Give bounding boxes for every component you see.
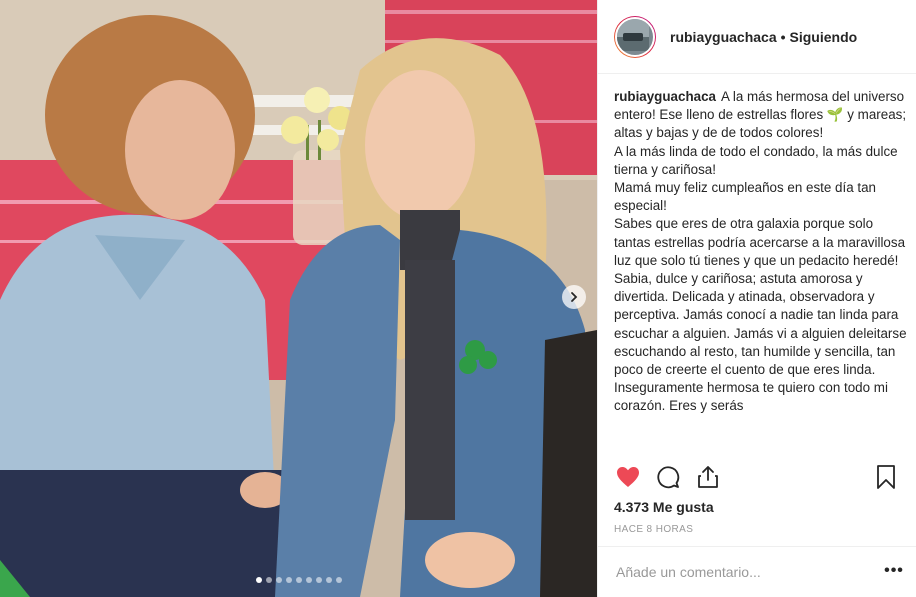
bookmark-icon: [877, 465, 895, 489]
post-actions: [614, 462, 900, 492]
caption-line-3: Sabes que eres de otra galaxia porque so…: [614, 216, 906, 268]
like-button[interactable]: [614, 463, 642, 491]
carousel-dot: [325, 577, 332, 583]
heart-filled-icon: [617, 467, 639, 487]
post-caption: rubiayguachaca A la más hermosa del unive…: [614, 88, 908, 454]
more-options-button[interactable]: •••: [882, 560, 906, 582]
instagram-post: rubiayguachaca • Siguiendo rubiayguachac…: [0, 0, 916, 597]
share-upload-icon: [698, 466, 718, 488]
carousel-dot: [265, 577, 272, 583]
avatar: [615, 16, 655, 57]
post-username[interactable]: rubiayguachaca: [670, 29, 777, 45]
carousel-dot: [315, 577, 322, 583]
divider: [598, 546, 916, 547]
caption-line-2: Mamá muy feliz cumpleaños en este día ta…: [614, 180, 876, 214]
following-button[interactable]: Siguiendo: [790, 29, 858, 45]
caption-line-0: rubiayguachaca A la más hermosa del unive…: [614, 88, 908, 143]
post-side-panel: rubiayguachaca • Siguiendo rubiayguachac…: [597, 0, 916, 597]
comment-bubble-icon: [657, 466, 680, 489]
caption-line-4: Sabia, dulce y cariñosa; astuta amorosa …: [614, 271, 907, 414]
caption-line-1: A la más linda de todo el condado, la má…: [614, 143, 898, 177]
comment-button[interactable]: [654, 463, 682, 491]
post-header: rubiayguachaca • Siguiendo: [598, 0, 916, 74]
header-separator: •: [780, 28, 786, 45]
chevron-right-icon: [571, 292, 578, 302]
carousel-dot: [305, 577, 312, 583]
caption-username[interactable]: rubiayguachaca: [614, 89, 716, 104]
save-button[interactable]: [872, 463, 900, 491]
share-button[interactable]: [694, 463, 722, 491]
carousel-indicator: [0, 577, 597, 583]
photo-illustration: [0, 0, 597, 597]
carousel-dot: [255, 577, 262, 583]
post-photo[interactable]: [0, 0, 597, 597]
post-timestamp[interactable]: HACE 8 HORAS: [614, 524, 693, 535]
like-count[interactable]: 4.373 Me gusta: [614, 499, 714, 515]
comment-input[interactable]: [614, 556, 858, 588]
carousel-dot: [285, 577, 292, 583]
carousel-dot: [275, 577, 282, 583]
story-ring[interactable]: [614, 15, 656, 58]
carousel-dot: [335, 577, 342, 583]
carousel-dot: [295, 577, 302, 583]
carousel-next-button[interactable]: [562, 285, 586, 309]
